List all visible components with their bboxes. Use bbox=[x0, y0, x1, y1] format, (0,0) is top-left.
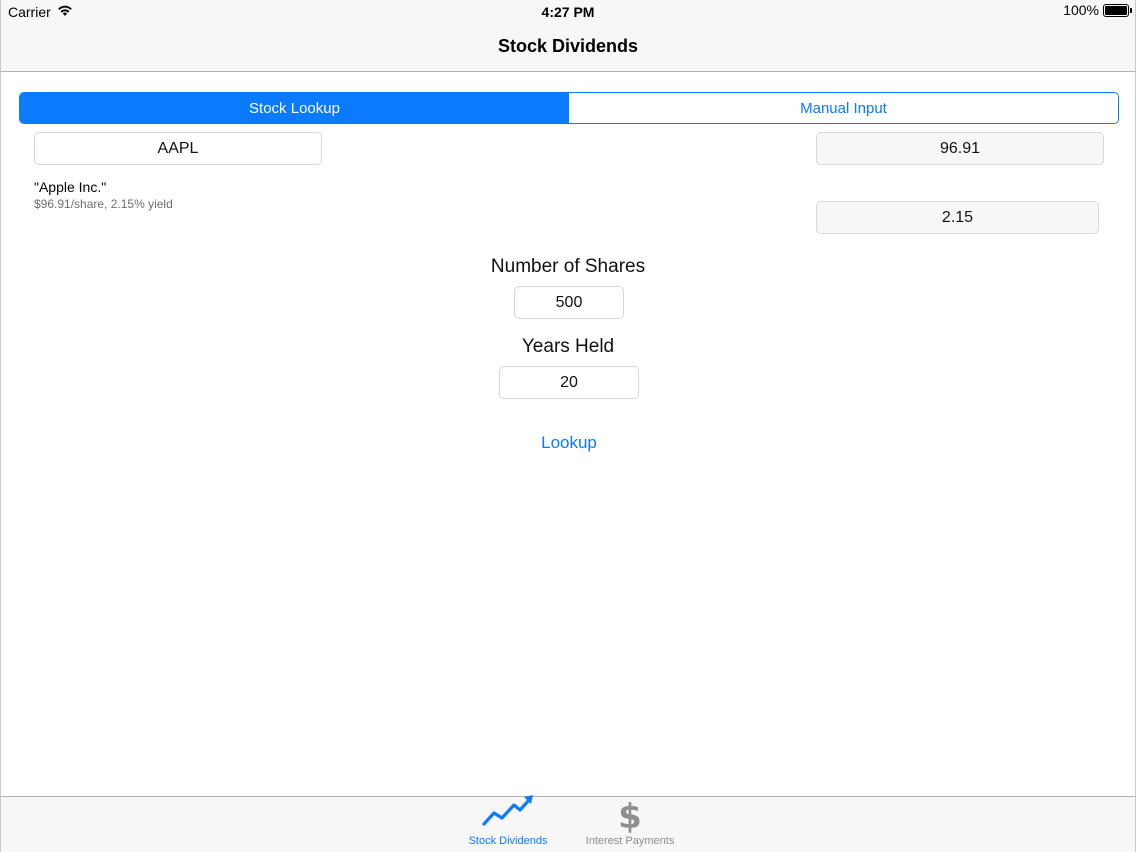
status-right: 100% bbox=[1063, 2, 1132, 18]
status-bar: Carrier 4:27 PM 100% bbox=[1, 0, 1135, 24]
trend-up-icon bbox=[480, 794, 536, 833]
lookup-button[interactable]: Lookup bbox=[519, 430, 619, 456]
shares-input[interactable]: 500 bbox=[514, 286, 624, 319]
status-time: 4:27 PM bbox=[541, 4, 595, 20]
segment-manual-input[interactable]: Manual Input bbox=[569, 93, 1118, 123]
tab-stock-dividends[interactable]: Stock Dividends bbox=[453, 795, 563, 851]
years-input[interactable]: 20 bbox=[499, 366, 639, 399]
battery-percent: 100% bbox=[1063, 2, 1099, 18]
ticker-input[interactable]: AAPL bbox=[34, 132, 322, 165]
dollar-icon: $ bbox=[618, 797, 642, 837]
tab-bar: Stock Dividends $ Interest Payments bbox=[1, 795, 1135, 852]
shares-value: 500 bbox=[555, 293, 583, 311]
ticker-value: AAPL bbox=[157, 139, 199, 157]
battery-icon bbox=[1103, 3, 1132, 17]
mode-segmented-control: Stock Lookup Manual Input bbox=[19, 92, 1119, 124]
tab-interest-payments[interactable]: $ Interest Payments bbox=[575, 799, 685, 851]
segment-stock-lookup[interactable]: Stock Lookup bbox=[20, 93, 569, 123]
nav-title: Stock Dividends bbox=[497, 36, 639, 56]
company-detail: $96.91/share, 2.15% yield bbox=[34, 197, 173, 211]
company-name: "Apple Inc." bbox=[34, 179, 107, 195]
price-value: 96.91 bbox=[939, 139, 981, 157]
yield-field: 2.15 bbox=[816, 201, 1099, 234]
battery-fill bbox=[1105, 5, 1127, 15]
navigation-bar: Stock Dividends bbox=[1, 24, 1135, 72]
yield-value: 2.15 bbox=[941, 208, 974, 226]
app-screen: Carrier 4:27 PM 100% Stock Dividends Sto… bbox=[0, 0, 1136, 852]
tab-label-interest-payments: Interest Payments bbox=[585, 835, 675, 847]
years-label: Years Held bbox=[521, 336, 615, 357]
tab-label-stock-dividends: Stock Dividends bbox=[468, 835, 548, 847]
price-field: 96.91 bbox=[816, 132, 1104, 165]
years-value: 20 bbox=[560, 373, 578, 391]
shares-label: Number of Shares bbox=[490, 256, 646, 277]
